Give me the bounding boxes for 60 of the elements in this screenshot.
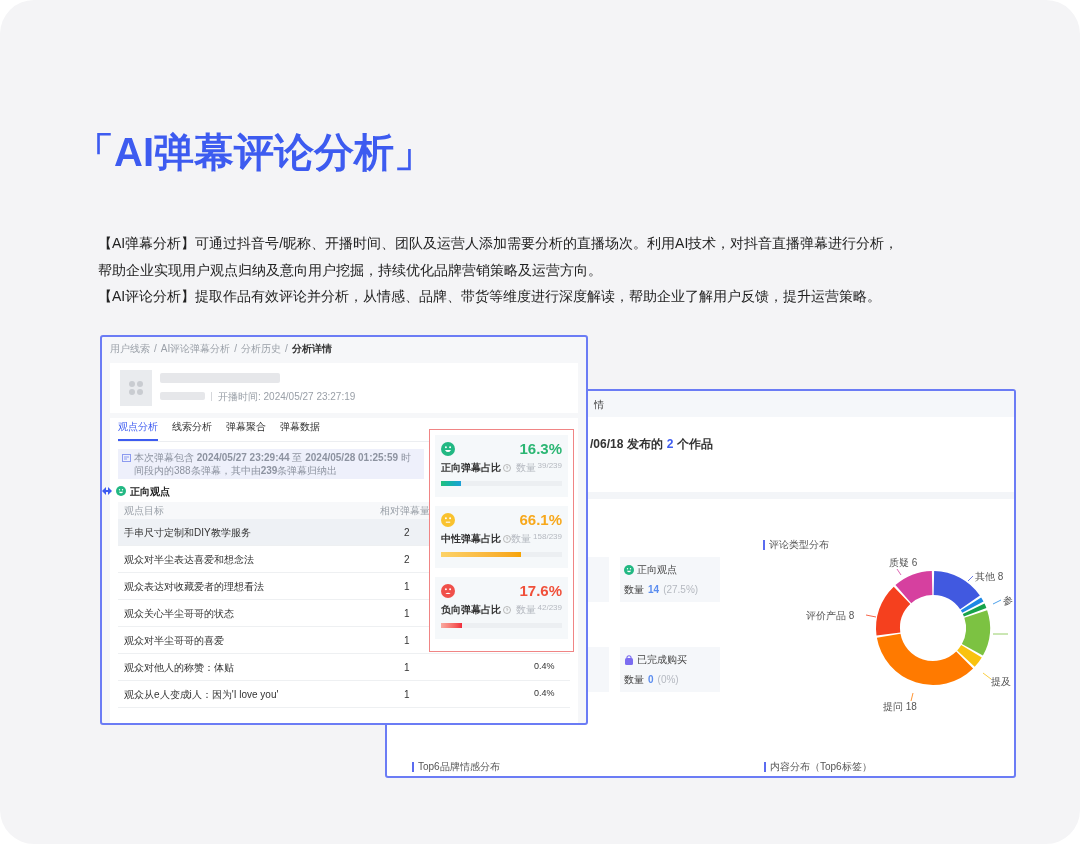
sentiment-label: 负向弹幕占比 — [441, 603, 501, 617]
section-title: 评论类型分布 — [769, 538, 829, 552]
chart-label: 其他 8 — [975, 571, 1004, 583]
table-cell-text: 1 — [404, 579, 410, 594]
analysis-tab[interactable]: 弹幕聚合 — [226, 419, 266, 441]
table-cell-text: 1 — [404, 660, 410, 675]
breadcrumb-separator: / — [285, 341, 288, 356]
count-value: 158/239 — [533, 531, 562, 543]
count-value: 42/239 — [537, 602, 562, 614]
paragraph-text: 【AI弹幕分析】可通过抖音号/昵称、开播时间、团队及运营人添加需要分析的直播场次。利用AI技术，对抖音直播弹幕进行分析，帮助企业实现用户观点归纳及意向用户挖掘，持续优化品牌营销策略及运营方向。 — [98, 234, 900, 280]
chart-label: 提问 18 — [883, 701, 917, 713]
stat-label: 正向观点 — [637, 563, 677, 577]
table-cell-text: 1 — [404, 606, 410, 621]
table-cell-text: 2 — [404, 525, 410, 540]
analysis-tab[interactable]: 弹幕数据 — [280, 419, 320, 441]
stat-value: 0 — [648, 673, 654, 687]
chart-label: 参 — [1003, 595, 1013, 607]
column-header: 相对弹幕量 — [380, 504, 430, 518]
percentage-value: 17.6% — [519, 583, 562, 599]
section-title: Top6品牌情感分布 — [418, 760, 500, 774]
table-cell-text: 观众对半尘哥哥的喜爱 — [124, 633, 224, 648]
table-cell-text: 1 — [404, 687, 410, 702]
analysis-tab[interactable]: 观点分析 — [118, 419, 158, 441]
sentiment-label: 正向弹幕占比 — [441, 461, 501, 475]
stat-share: (0%) — [657, 673, 679, 687]
window-title: 情 — [594, 397, 604, 412]
headline-text: /06/18 发布的 — [590, 436, 663, 453]
live-start-time: 开播时间: 2024/05/27 23:27:19 — [218, 389, 356, 404]
page-heading: 「AI弹幕评论分析」 — [74, 129, 434, 176]
table-cell-text: 观众表达对收藏爱者的理想看法 — [124, 579, 264, 594]
chart-label: 评价产品 8 — [806, 610, 855, 622]
table-cell: 0.4% — [534, 660, 555, 674]
paragraph-text: 【AI评论分析】提取作品有效评论并分析，从情感、品牌、带货等维度进行深度解读，帮助企业了解用户反馈，提升运营策略。 — [98, 287, 883, 306]
sentiment-label: 中性弹幕占比 — [441, 532, 501, 546]
analysis-tab[interactable]: 线索分析 — [172, 419, 212, 441]
count-label: 数量 — [624, 673, 644, 687]
table-cell-text: 观众从e人变成i人：因为'I love you' — [124, 687, 279, 702]
section-title: 内容分布（Top6标签） — [770, 760, 872, 774]
breadcrumb-separator: / — [154, 341, 157, 356]
breadcrumb-link[interactable]: 分析详情 — [291, 340, 332, 356]
notice-text: 本次弹幕包含 2024/05/27 23:29:44 至 2024/05/28 01:25:59 时间段内的388条弹幕，其中由239条弹幕归纳出 — [134, 451, 412, 477]
breadcrumb-separator: / — [234, 341, 237, 356]
stat-label: 已完成购买 — [637, 653, 687, 667]
table-cell-text: 2 — [404, 552, 410, 567]
section-title: 正向观点 — [130, 484, 170, 499]
headline-text: 个作品 — [677, 436, 714, 453]
table-cell: 0.4% — [534, 687, 555, 701]
table-cell-text: 1 — [404, 633, 410, 648]
chart-label: 质疑 6 — [889, 557, 918, 569]
stat-value: 14 — [648, 583, 660, 597]
percentage-value: 16.3% — [519, 441, 562, 457]
table-cell-text: 观众对他人的称赞：体贴 — [124, 660, 234, 675]
headline-count: 2 — [666, 436, 674, 453]
chart-label: 提及 — [991, 676, 1011, 688]
count-label: 数量 — [624, 583, 644, 597]
stat-share: (27.5%) — [663, 583, 699, 597]
table-cell-text: 观众对半尘表达喜爱和想念法 — [124, 552, 254, 567]
table-cell-text: 手串尺寸定制和DIY教学服务 — [124, 525, 251, 540]
table-cell-text: 观众关心半尘哥哥的状态 — [124, 606, 234, 621]
column-header: 观点目标 — [124, 504, 164, 518]
